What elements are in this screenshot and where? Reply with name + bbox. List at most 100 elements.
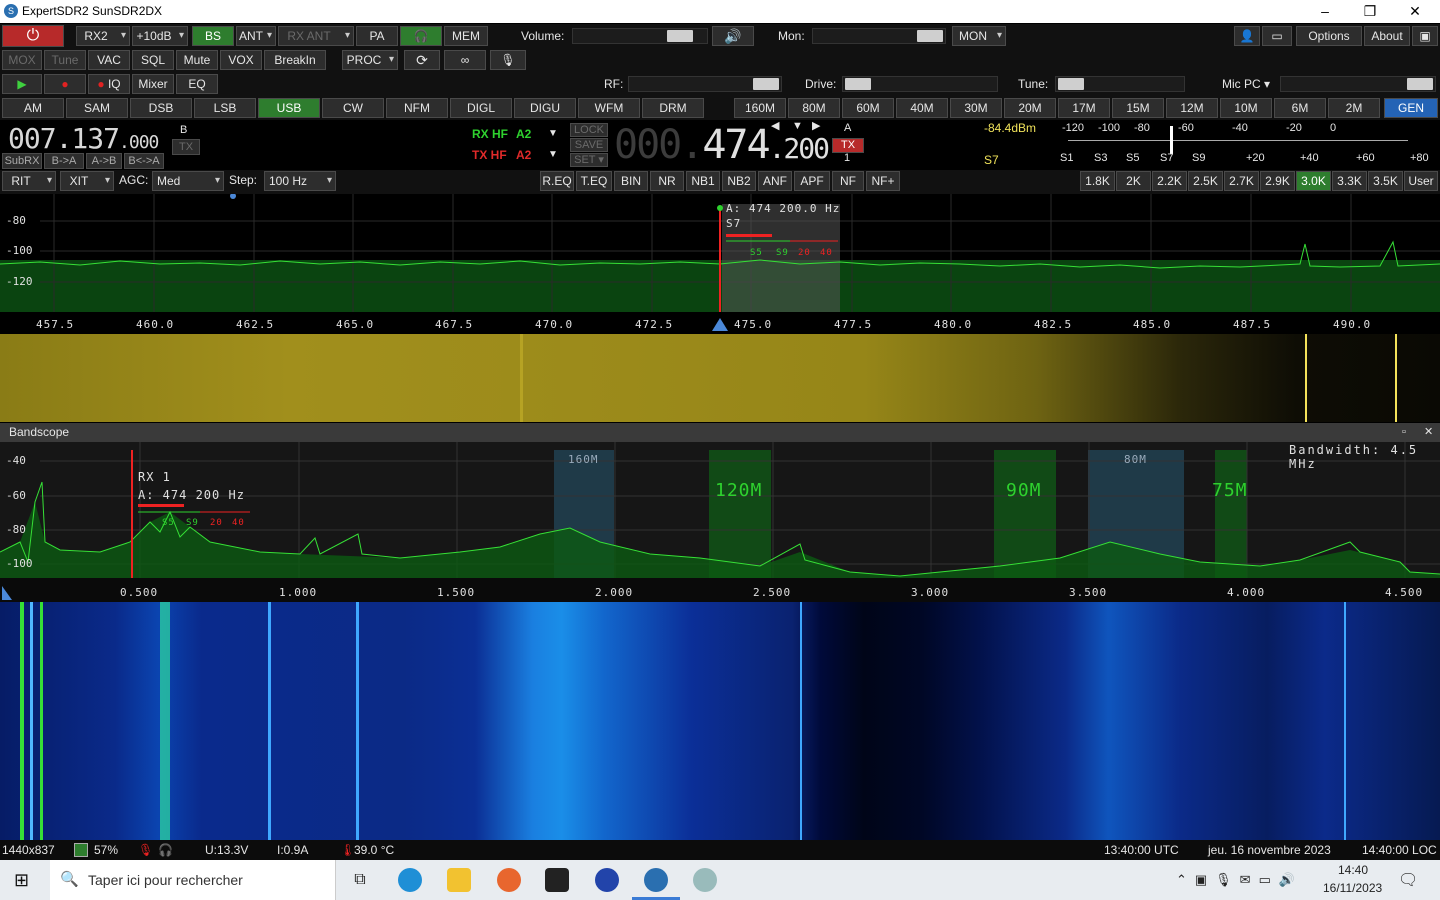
filter-button-29k[interactable]: 2.9K [1260, 171, 1295, 191]
dsp-button-nb1[interactable]: NB1 [686, 171, 720, 191]
waterfall-top[interactable] [0, 334, 1440, 422]
band-button-15m[interactable]: 15M [1112, 98, 1164, 118]
rf-slider[interactable] [628, 76, 782, 92]
eq-button[interactable]: EQ [176, 74, 218, 94]
sql-button[interactable]: SQL [132, 50, 174, 70]
band-button-160m[interactable]: 160M [734, 98, 786, 118]
mox-button[interactable]: MOX [2, 50, 42, 70]
dsp-button-req[interactable]: R.EQ [540, 171, 574, 191]
mode-button-usb[interactable]: USB [258, 98, 320, 118]
dsp-button-apf[interactable]: APF [794, 171, 830, 191]
record-button[interactable]: ● [44, 74, 86, 94]
dsp-button-bin[interactable]: BIN [614, 171, 648, 191]
restore-button[interactable]: ❐ [1347, 0, 1393, 23]
mic-slider-knob[interactable] [1407, 78, 1433, 90]
mode-button-sam[interactable]: SAM [66, 98, 128, 118]
xit-button[interactable]: XIT [60, 171, 114, 191]
mode-button-am[interactable]: AM [2, 98, 64, 118]
volume-slider[interactable] [572, 28, 708, 44]
options-button[interactable]: Options [1296, 26, 1362, 46]
freq-left-arrow[interactable]: ◀ [771, 116, 779, 136]
user-button[interactable]: 👤 [1234, 26, 1260, 46]
drive-slider-knob[interactable] [845, 78, 871, 90]
dsp-button-nf[interactable]: NF+ [866, 171, 900, 191]
freq-right-arrow[interactable]: ▶ [812, 116, 820, 136]
expertsdr-taskbar-icon[interactable] [644, 868, 668, 892]
print-button[interactable]: ▭ [1262, 26, 1292, 46]
drive-slider[interactable] [842, 76, 998, 92]
windows-start-icon[interactable]: ⊞ [14, 871, 34, 889]
rx-antenna-dropdown[interactable]: ▼ [548, 124, 558, 144]
system-tray-icons[interactable]: ⌃▣🎙✉▭🔊 [1176, 872, 1303, 888]
dsp-button-teq[interactable]: T.EQ [576, 171, 612, 191]
filter-button-30k[interactable]: 3.0K [1296, 171, 1331, 191]
mon-dropdown[interactable]: MON [952, 26, 1006, 46]
subrx-button[interactable]: SubRX [2, 153, 42, 169]
lock-button[interactable]: LOCK [570, 123, 608, 137]
tools-app-icon[interactable] [693, 868, 717, 892]
a-to-b-button[interactable]: A->B [86, 153, 122, 169]
panadapter-graph[interactable] [0, 194, 1440, 332]
filter-button-33k[interactable]: 3.3K [1332, 171, 1367, 191]
task-view-icon[interactable]: ⧉ [348, 868, 372, 892]
dsp-button-anf[interactable]: ANF [758, 171, 792, 191]
dsp-button-nb2[interactable]: NB2 [722, 171, 756, 191]
breakin-button[interactable]: BreakIn [264, 50, 326, 70]
record-tape-button[interactable]: ∞ [444, 50, 486, 70]
loop-button[interactable]: ⟳ [404, 50, 440, 70]
speaker-button[interactable]: 🔊 [712, 26, 754, 46]
mic-button[interactable]: 🎙 [490, 50, 526, 70]
band-button-20m[interactable]: 20M [1004, 98, 1056, 118]
rf-slider-knob[interactable] [753, 78, 779, 90]
filter-button-25k[interactable]: 2.5K [1188, 171, 1223, 191]
band-button-30m[interactable]: 30M [950, 98, 1002, 118]
mode-button-lsb[interactable]: LSB [194, 98, 256, 118]
mixer-button[interactable]: Mixer [132, 74, 174, 94]
mode-button-nfm[interactable]: NFM [386, 98, 448, 118]
panadapter[interactable]: -80 -100 -120 A: 474 200.0 Hz S7 S5 S9 20 … [0, 194, 1440, 332]
mode-button-wfm[interactable]: WFM [578, 98, 640, 118]
swap-ab-button[interactable]: B<->A [124, 153, 164, 169]
mic-pc-dropdown[interactable]: Mic PC ▾ [1222, 74, 1270, 94]
terminal-icon[interactable] [545, 868, 569, 892]
window-mode-button[interactable]: ▣ [1412, 26, 1438, 46]
mode-button-digu[interactable]: DIGU [514, 98, 576, 118]
taskbar-search[interactable]: 🔍 Taper ici pour rechercher [50, 860, 336, 900]
about-button[interactable]: About [1364, 26, 1410, 46]
notification-icon[interactable]: 🗨 [1398, 870, 1418, 890]
filter-button-35k[interactable]: 3.5K [1368, 171, 1403, 191]
mon-slider[interactable] [812, 28, 946, 44]
filter-button-2k[interactable]: 2K [1116, 171, 1151, 191]
band-button-gen[interactable]: GEN [1384, 98, 1438, 118]
filter-button-user[interactable]: User [1404, 171, 1438, 191]
tune-slider-knob[interactable] [1058, 78, 1084, 90]
set-button[interactable]: SET ▾ [570, 153, 608, 167]
band-button-40m[interactable]: 40M [896, 98, 948, 118]
filter-button-18k[interactable]: 1.8K [1080, 171, 1115, 191]
mon-slider-knob[interactable] [917, 30, 943, 42]
rit-button[interactable]: RIT [2, 171, 56, 191]
mem-button[interactable]: MEM [444, 26, 488, 46]
mode-button-drm[interactable]: DRM [642, 98, 704, 118]
agc-dropdown[interactable]: Med [152, 171, 224, 191]
filter-button-27k[interactable]: 2.7K [1224, 171, 1259, 191]
minimize-button[interactable]: – [1302, 0, 1348, 23]
vox-button[interactable]: VOX [220, 50, 262, 70]
globe-app-icon[interactable] [595, 868, 619, 892]
band-button-10m[interactable]: 10M [1220, 98, 1272, 118]
vfo-b-tx-button[interactable]: TX [172, 139, 200, 155]
vfo-b-frequency[interactable]: 007.137.000 [8, 122, 159, 155]
band-button-80m[interactable]: 80M [788, 98, 840, 118]
mode-button-cw[interactable]: CW [322, 98, 384, 118]
filter-button-22k[interactable]: 2.2K [1152, 171, 1187, 191]
bandscope-float-button[interactable]: ▫ [1402, 422, 1406, 442]
b-to-a-button[interactable]: B->A [44, 153, 84, 169]
save-button[interactable]: SAVE [570, 138, 608, 152]
firefox-icon[interactable] [497, 868, 521, 892]
band-button-2m[interactable]: 2M [1328, 98, 1380, 118]
play-button[interactable]: ▶ [2, 74, 42, 94]
rx2-button[interactable]: RX2 [76, 26, 130, 46]
bandscope[interactable]: -40 -60 -80 -100 Bandwidth: 4.5 MHz 160M 12… [0, 442, 1440, 602]
close-button[interactable]: ✕ [1392, 0, 1438, 23]
tune-slider[interactable] [1055, 76, 1185, 92]
